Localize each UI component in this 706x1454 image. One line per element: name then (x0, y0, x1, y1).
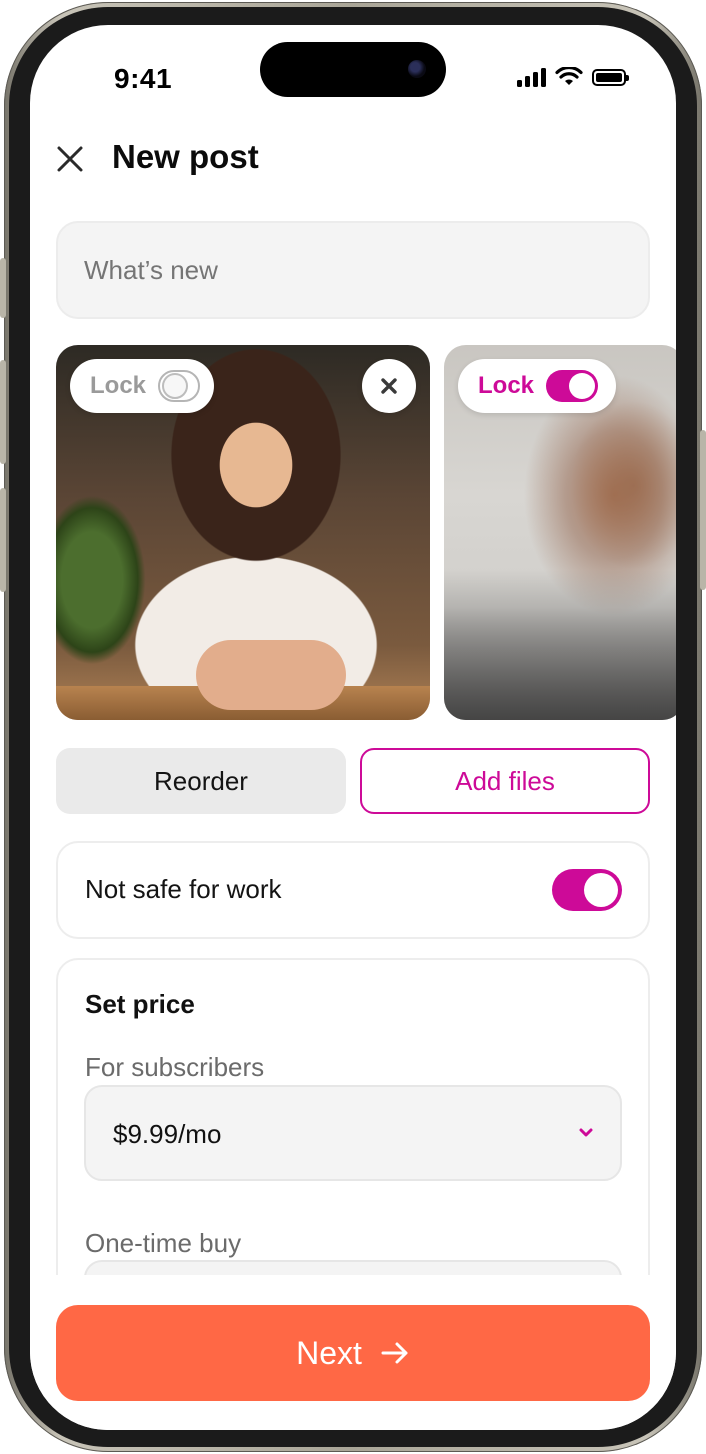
volume-down-button (0, 488, 6, 592)
wifi-icon (555, 67, 583, 85)
price-title: Set price (85, 989, 195, 1019)
camera-icon (408, 60, 426, 78)
nsfw-label: Not safe for work (85, 874, 282, 904)
status-time: 9:41 (114, 63, 173, 94)
battery-icon (592, 68, 629, 86)
photo-plant (56, 495, 146, 665)
subscribers-price-value: $9.99/mo (113, 1119, 222, 1149)
media-thumbnail-blurred[interactable]: Lock (444, 345, 676, 720)
signal-icon (517, 67, 546, 87)
post-text-input[interactable]: What’s new (56, 221, 650, 319)
dynamic-island (260, 42, 446, 97)
subscribers-price-select[interactable]: $9.99/mo (84, 1085, 622, 1181)
close-icon (57, 146, 83, 172)
arrow-right-icon (381, 1342, 408, 1364)
lock-toggle-pill[interactable]: Lock (70, 359, 214, 413)
chevron-down-icon (579, 1128, 593, 1137)
close-button[interactable] (52, 141, 88, 177)
remove-icon (381, 378, 397, 394)
reorder-button[interactable]: Reorder (56, 748, 346, 814)
subscribers-label: For subscribers (85, 1052, 265, 1082)
page-title: New post (112, 138, 259, 175)
lock-switch-off[interactable] (158, 370, 200, 402)
one-time-label: One-time buy (85, 1228, 242, 1258)
next-button[interactable]: Next (56, 1305, 650, 1401)
remove-media-button[interactable] (362, 359, 416, 413)
screen: 9:41 New post What’s new Lock Lock Reord… (30, 25, 676, 1430)
status-icons (517, 67, 629, 87)
lock-toggle-pill[interactable]: Lock (458, 359, 616, 413)
lock-label: Lock (90, 372, 147, 399)
photo-hands (196, 640, 346, 710)
nsfw-row: Not safe for work (56, 841, 650, 939)
media-thumbnail[interactable]: Lock (56, 345, 430, 720)
nsfw-switch[interactable] (552, 869, 622, 911)
power-button (700, 430, 706, 590)
lock-label: Lock (478, 372, 535, 399)
silent-switch (0, 258, 6, 318)
next-label: Next (296, 1334, 362, 1371)
add-files-button[interactable]: Add files (360, 748, 650, 814)
volume-up-button (0, 360, 6, 464)
lock-switch-on[interactable] (546, 370, 599, 402)
